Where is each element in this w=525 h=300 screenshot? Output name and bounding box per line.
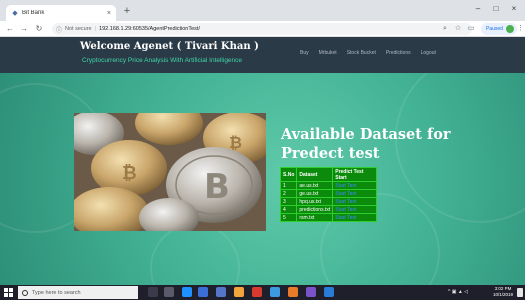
- row-dataset: rsm.txt: [296, 213, 334, 222]
- browser-tab[interactable]: ◆ Bit Bank ×: [6, 5, 116, 21]
- row-sno: 5: [279, 213, 298, 222]
- clock-date: 10/1/2019: [492, 292, 514, 297]
- nav-predictions[interactable]: Predictions: [386, 50, 411, 56]
- svg-text:₿: ₿: [122, 163, 137, 184]
- nav-logout[interactable]: Logout: [421, 50, 436, 56]
- app-icon[interactable]: [306, 287, 316, 297]
- start-test-link[interactable]: Start Test: [332, 197, 377, 206]
- avatar: [505, 25, 514, 33]
- close-window-button[interactable]: ×: [505, 4, 523, 13]
- forward-button[interactable]: →: [18, 23, 30, 35]
- tab-close-icon[interactable]: ×: [107, 10, 111, 17]
- browser-toolbar: ← → ↻ ⓘ Not secure | 192.168.1.29:60535/…: [0, 21, 525, 37]
- info-icon[interactable]: ⓘ: [56, 25, 62, 34]
- table-row: 5 rsm.txt Start Test: [279, 213, 377, 222]
- file-explorer-icon[interactable]: [234, 287, 244, 297]
- new-tab-button[interactable]: +: [120, 4, 134, 18]
- windows-taskbar: Type here to search ^ ▣ ▲ ◁ 3:02 PM 10/1…: [0, 285, 525, 300]
- paused-label: Paused: [486, 26, 503, 32]
- row-sno: 4: [279, 205, 298, 214]
- microphone-icon[interactable]: [148, 287, 158, 297]
- app-icon[interactable]: [270, 287, 280, 297]
- profile-paused-button[interactable]: Paused: [481, 23, 517, 35]
- taskbar-clock[interactable]: 3:02 PM 10/1/2019: [491, 286, 515, 298]
- start-test-link[interactable]: Start Test: [332, 213, 377, 222]
- store-icon[interactable]: [198, 287, 208, 297]
- browser-tabstrip: ◆ Bit Bank × + – □ ×: [0, 0, 525, 21]
- nav-mrbuket[interactable]: Mrbuket: [319, 50, 337, 56]
- table-row: 3 hpq.us.txt Start Test: [279, 197, 377, 206]
- kebab-menu-icon[interactable]: ⋮: [517, 24, 524, 34]
- star-icon[interactable]: ☆: [453, 24, 463, 34]
- mail-icon[interactable]: [216, 287, 226, 297]
- row-dataset: ge.us.txt: [296, 189, 334, 198]
- task-view-icon[interactable]: [164, 287, 174, 297]
- start-test-link[interactable]: Start Test: [332, 205, 377, 214]
- arrow-left-icon: ←: [6, 24, 14, 33]
- bitcoin-coins-graphic: B ₿ ₿: [74, 113, 266, 231]
- nav-buy[interactable]: Buy: [300, 50, 309, 56]
- notification-icon[interactable]: [517, 288, 523, 297]
- svg-text:₿: ₿: [229, 133, 242, 152]
- dataset-table: S.No Dataset Predict Test Start 1 ae.us.…: [279, 167, 377, 222]
- back-button[interactable]: ←: [4, 23, 16, 35]
- url-text: 192.168.1.29:60535/AgentPredictionTest/: [99, 26, 200, 32]
- taskbar-search-placeholder: Type here to search: [32, 289, 81, 296]
- row-sno: 2: [279, 189, 298, 198]
- windows-start-button[interactable]: [4, 288, 13, 297]
- zoom-icon[interactable]: ⌕: [440, 24, 450, 34]
- taskbar-search-box[interactable]: Type here to search: [18, 286, 138, 299]
- reload-icon: ↻: [35, 24, 43, 33]
- favicon-icon: ◆: [12, 10, 18, 17]
- column-header-sno: S.No: [279, 167, 298, 182]
- address-bar[interactable]: ⓘ Not secure | 192.168.1.29:60535/AgentP…: [52, 23, 472, 35]
- app-icon[interactable]: [324, 287, 334, 297]
- table-header-row: S.No Dataset Predict Test Start: [279, 167, 377, 182]
- row-dataset: ae.us.txt: [296, 181, 334, 190]
- reload-button[interactable]: ↻: [33, 23, 45, 35]
- nav-stock-bucket[interactable]: Stock Bucket: [347, 50, 376, 56]
- site-subtitle: Cryptocurrency Price Analysis With Artif…: [82, 57, 243, 64]
- chrome-icon[interactable]: [252, 287, 262, 297]
- tab-title: Bit Bank: [22, 10, 45, 16]
- maximize-button[interactable]: □: [487, 4, 505, 13]
- svg-text:B: B: [204, 167, 230, 207]
- app-icon[interactable]: [288, 287, 298, 297]
- main-nav: Buy Mrbuket Stock Bucket Predictions Log…: [300, 50, 436, 56]
- security-label: Not secure: [65, 26, 92, 32]
- row-dataset: hpq.us.txt: [296, 197, 334, 206]
- site-header: Welcome Agenet ( Tivari Khan ) Cryptocur…: [0, 37, 525, 73]
- table-row: 2 ge.us.txt Start Test: [279, 189, 377, 198]
- table-row: 1 ae.us.txt Start Test: [279, 181, 377, 190]
- column-header-dataset: Dataset: [296, 167, 334, 182]
- cortana-icon: [22, 289, 28, 296]
- minimize-button[interactable]: –: [469, 4, 487, 13]
- start-test-link[interactable]: Start Test: [332, 189, 377, 198]
- table-row: 4 predictions.txt Start Test: [279, 205, 377, 214]
- bitcoin-image: B ₿ ₿: [74, 113, 266, 231]
- edge-icon[interactable]: [182, 287, 192, 297]
- welcome-heading: Welcome Agenet ( Tivari Khan ): [80, 41, 259, 52]
- cast-icon[interactable]: ▭: [466, 24, 476, 34]
- start-test-link[interactable]: Start Test: [332, 181, 377, 190]
- arrow-right-icon: →: [20, 24, 28, 33]
- row-sno: 1: [279, 181, 298, 190]
- column-header-predict: Predict Test Start: [332, 167, 377, 182]
- dataset-heading: Available Dataset for Predect test: [281, 126, 451, 162]
- row-dataset: predictions.txt: [296, 205, 334, 214]
- system-tray-icons[interactable]: ^ ▣ ▲ ◁: [448, 289, 468, 295]
- row-sno: 3: [279, 197, 298, 206]
